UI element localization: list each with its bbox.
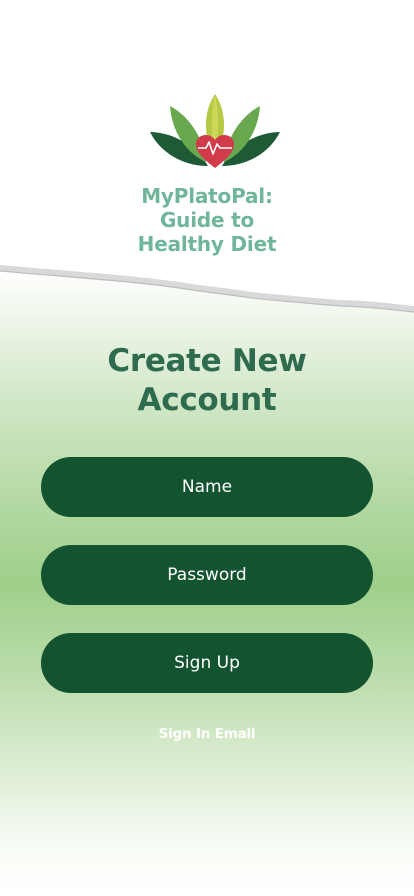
torn-paper-edge (0, 250, 414, 313)
page-heading-line: Account (137, 382, 277, 418)
name-input[interactable] (41, 457, 373, 517)
password-input[interactable] (41, 545, 373, 605)
app-title: MyPlatoPal: Guide to Healthy Diet (0, 184, 414, 256)
app-title-line: MyPlatoPal: (141, 184, 273, 208)
lotus-heart-logo-icon (150, 94, 280, 168)
sign-up-button[interactable]: Sign Up (41, 633, 373, 693)
app-title-line: Healthy Diet (137, 232, 277, 256)
sign-in-email-link[interactable]: Sign In Email (0, 726, 414, 742)
page-heading: Create New Account (0, 342, 414, 420)
app-title-line: Guide to (159, 208, 255, 232)
page-heading-line: Create New (107, 343, 307, 379)
create-account-screen: MyPlatoPal: Guide to Healthy Diet Create… (0, 0, 414, 896)
